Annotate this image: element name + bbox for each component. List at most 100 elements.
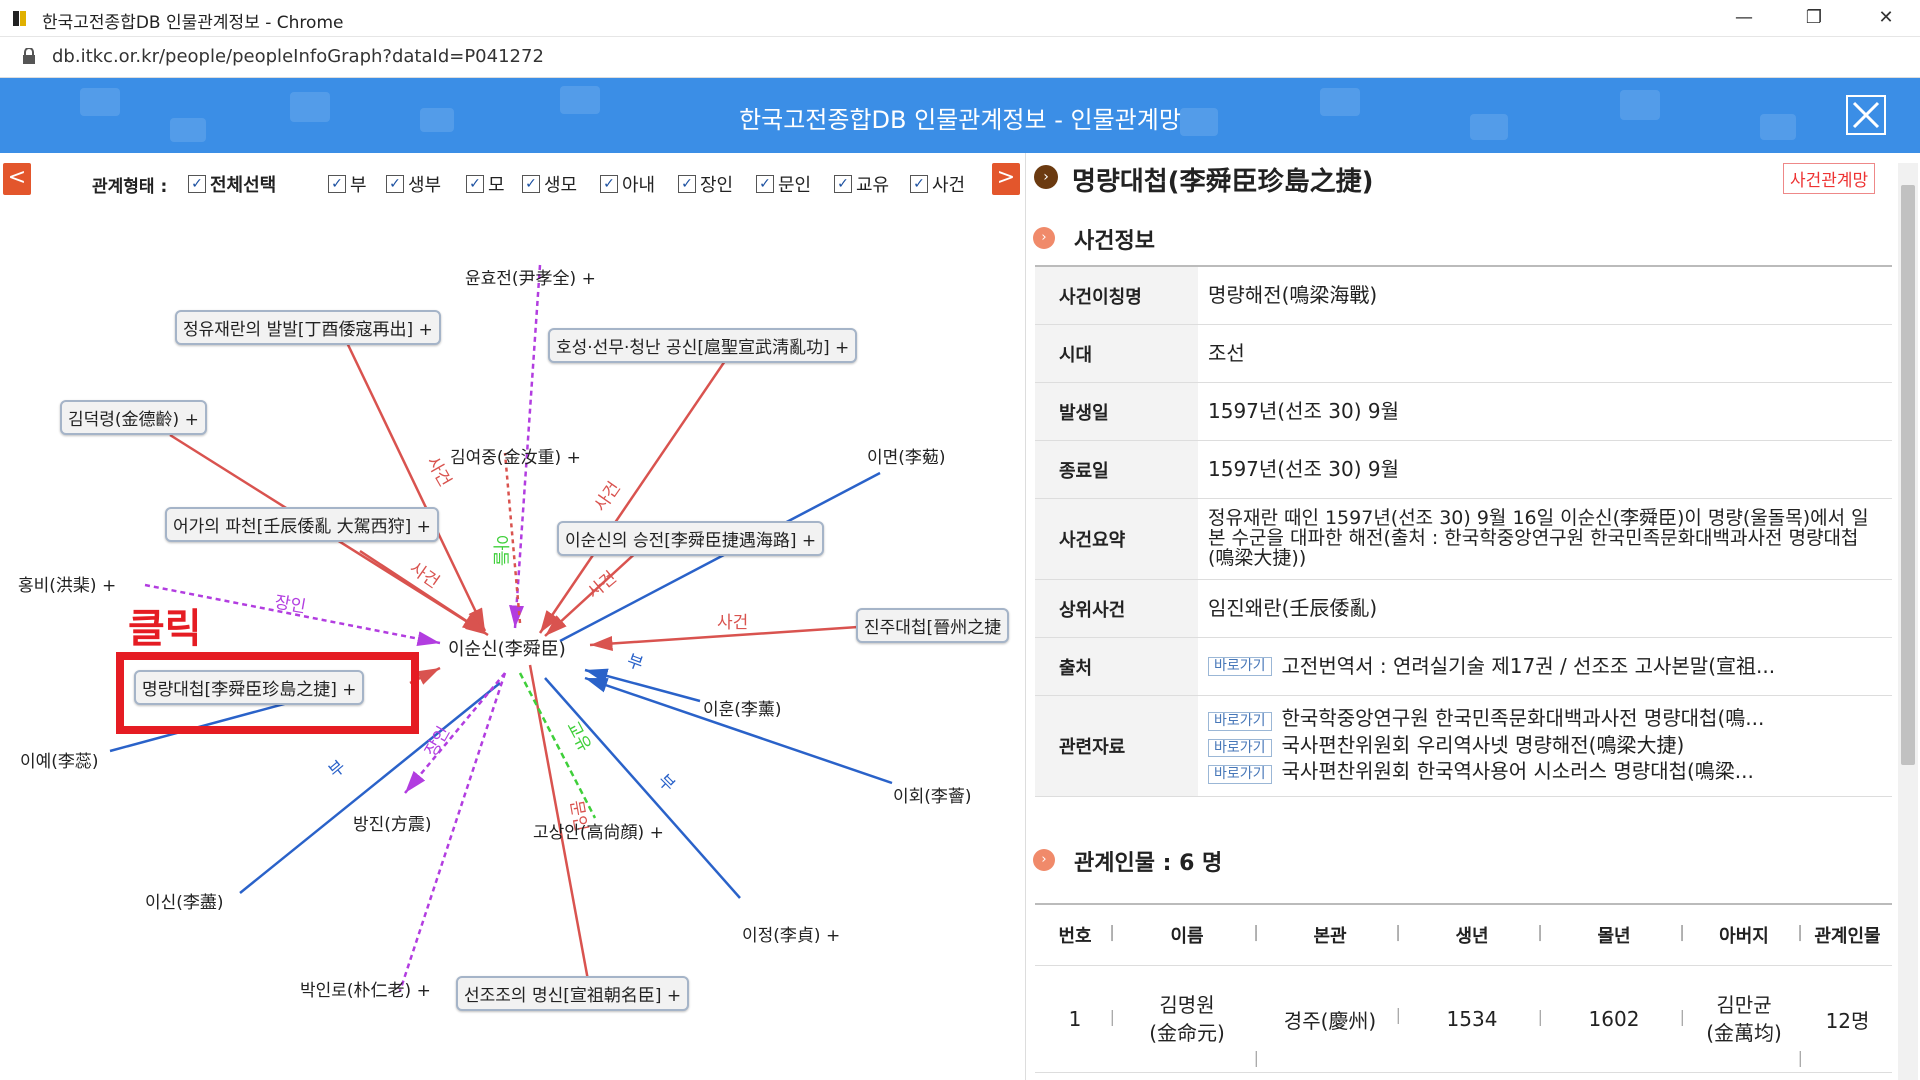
node-yunhyojeon[interactable]: 윤효전(尹孝全) + (465, 264, 596, 289)
edge-label-sageon: 사건 (717, 613, 749, 633)
window-close-button[interactable]: ✕ (1862, 4, 1910, 32)
lock-icon (23, 48, 35, 64)
table-row: 상위사건 임진왜란(壬辰倭亂) (1035, 580, 1892, 638)
event-network-button[interactable]: 사건관계망 (1783, 163, 1876, 194)
column-header: 생년 (1401, 922, 1543, 948)
cell-bongwan: 경주(慶州) (1259, 1005, 1401, 1034)
section-icon: › (1033, 227, 1055, 249)
table-row: 사건이칭명 명량해전(鳴梁海戰) (1035, 267, 1892, 325)
node-center-isunsin[interactable]: 이순신(李舜臣) (448, 635, 566, 661)
event-info-heading: 사건정보 (1074, 229, 1155, 254)
table-row: 종료일 1597년(선조 30) 9월 (1035, 441, 1892, 499)
person-name-hanja: (金命元) (1149, 1021, 1225, 1045)
people-table-header: 번호 이름 본관 생년 몰년 아버지 관계인물 (1035, 905, 1892, 966)
node-imyeon[interactable]: 이면(李葂) (867, 443, 946, 468)
chevron-right-icon: › (1034, 165, 1058, 189)
row-value: 임진왜란(壬辰倭亂) (1208, 596, 1378, 620)
edge-label-jangin: 장인 (273, 592, 308, 618)
row-value: 명량해전(鳴梁海戰) (1208, 283, 1378, 307)
row-value: 1597년(선조 30) 9월 (1208, 399, 1399, 423)
banner-title: 한국고전종합DB 인물관계정보 - 인물관계망 (739, 106, 1181, 134)
cell-died: 1602 (1543, 1007, 1685, 1031)
panel-scrollbar[interactable] (1898, 163, 1918, 1080)
restore-button[interactable]: ❐ (1790, 4, 1838, 32)
table-row: 시대 조선 (1035, 325, 1892, 383)
node-seonjo-event[interactable]: 선조조의 명신[宣祖朝名臣] + (456, 976, 690, 1011)
related-text: 국사편찬위원회 우리역사넷 명량해전(鳴梁大捷) (1281, 732, 1685, 757)
related-text: 한국학중앙연구원 한국민족문화대백과사전 명량대첩(鳴... (1281, 705, 1765, 730)
column-header: 본관 (1259, 922, 1401, 948)
click-annotation-label: 클릭 (128, 606, 202, 652)
column-header: 이름 (1115, 922, 1259, 948)
source-text: 고전번역서 : 연려실기술 제17권 / 선조조 고사본말(宣祖... (1281, 656, 1776, 677)
table-row: 발생일 1597년(선조 30) 9월 (1035, 383, 1892, 441)
row-key: 상위사건 (1035, 580, 1198, 637)
related-item: 바로가기 한국학중앙연구원 한국민족문화대백과사전 명량대첩(鳴... (1208, 705, 1765, 731)
father-name-hanja: (金萬均) (1706, 1021, 1782, 1045)
people-table: 번호 이름 본관 생년 몰년 아버지 관계인물 1 김명원 (金命元) 경주(慶州… (1035, 903, 1892, 1073)
favicon-icon (13, 11, 26, 26)
row-value: 1597년(선조 30) 9월 (1208, 457, 1399, 481)
node-bangjin[interactable]: 방진(方震) (353, 810, 432, 835)
window-title: 한국고전종합DB 인물관계정보 - Chrome (42, 13, 344, 33)
edge-label-son: 아들 (490, 534, 511, 567)
browser-title-bar: 한국고전종합DB 인물관계정보 - Chrome — ❐ ✕ (0, 0, 1920, 37)
node-parkinro[interactable]: 박인로(朴仁老) + (300, 976, 431, 1001)
node-gosangan[interactable]: 고상안(高尙顔) + (533, 818, 664, 843)
column-header: 몰년 (1543, 922, 1685, 948)
row-key: 사건이칭명 (1035, 267, 1198, 324)
relation-graph-panel: < > 관계형태 : ✓ 전체선택 ✓ 부 ✓ 생부 ✓ 모 ✓ 생모 ✓ 아내 ✓ 장인 ✓… (0, 153, 1024, 1080)
url-text[interactable]: db.itkc.or.kr/people/peopleInfoGraph?dat… (52, 46, 544, 67)
node-ihoe[interactable]: 이회(李薈) (893, 782, 972, 807)
close-popup-button[interactable] (1846, 95, 1886, 135)
node-hoseong-event[interactable]: 호성·선무·청난 공신[扈聖宣武淸亂功] + (548, 328, 858, 363)
close-icon (1852, 101, 1880, 129)
page-header-banner: 한국고전종합DB 인물관계정보 - 인물관계망 (0, 78, 1920, 153)
node-ijeong[interactable]: 이정(李貞) + (742, 921, 840, 946)
node-ihun[interactable]: 이훈(李薰) (703, 695, 782, 720)
cell-father: 김만균 (金萬均) (1685, 991, 1803, 1069)
detail-panel: › 명량대첩(李舜臣珍島之捷) 사건관계망 › 사건정보 사건이칭명 명량해전(鳴… (1025, 153, 1920, 1080)
row-key: 시대 (1035, 325, 1198, 382)
minimize-button[interactable]: — (1720, 4, 1768, 32)
node-gimdeokryeong[interactable]: 김덕령(金德齡) + (60, 400, 207, 435)
row-value: 정유재란 때인 1597년(선조 30) 9월 16일 이순신(李舜臣)이 명량… (1208, 507, 1869, 569)
event-info-table: 사건이칭명 명량해전(鳴梁海戰) 시대 조선 발생일 1597년(선조 30) 9월 … (1035, 265, 1892, 797)
column-header: 관계인물 (1814, 926, 1881, 947)
edge-hoseong (538, 357, 729, 634)
event-title: 명량대첩(李舜臣珍島之捷) (1072, 167, 1374, 197)
goto-button[interactable]: 바로가기 (1208, 738, 1272, 758)
row-key: 관련자료 (1035, 696, 1198, 796)
node-hongbi[interactable]: 홍비(洪棐) + (18, 571, 116, 596)
table-row[interactable]: 1 김명원 (金命元) 경주(慶州) 1534 1602 김만균 (金萬均) 12명 (1035, 966, 1892, 1073)
node-jeongyu-event[interactable]: 정유재란의 발발[丁酉倭寇再出] + (175, 310, 441, 345)
column-header: 아버지 (1685, 922, 1803, 948)
node-isunsin-victory-event[interactable]: 이순신의 승전[李舜臣捷遇海路] + (557, 521, 825, 556)
row-key: 사건요약 (1035, 499, 1198, 579)
node-gimyeojung[interactable]: 김여중(金汝重) + (450, 443, 581, 468)
node-isin[interactable]: 이신(李藎) (145, 888, 224, 913)
edge-ihoe (584, 676, 893, 785)
section-icon: › (1033, 849, 1055, 871)
node-jinju-event[interactable]: 진주대첩[晉州之捷 (856, 608, 1010, 643)
goto-button[interactable]: 바로가기 (1208, 711, 1272, 731)
related-item: 바로가기 국사편찬위원회 우리역사넷 명량해전(鳴梁大捷) (1208, 732, 1685, 758)
table-row: 관련자료 바로가기 한국학중앙연구원 한국민족문화대백과사전 명량대첩(鳴... … (1035, 696, 1892, 797)
column-header: 번호 (1035, 922, 1115, 948)
table-row: 사건요약 정유재란 때인 1597년(선조 30) 9월 16일 이순신(李舜臣)… (1035, 499, 1892, 580)
cell-number: 1 (1035, 1007, 1115, 1031)
node-eoga-event[interactable]: 어가의 파천[壬辰倭亂 大駕西狩] + (165, 507, 439, 542)
cell-related-count[interactable]: 12명 (1803, 1005, 1892, 1034)
scrollbar-thumb[interactable] (1901, 185, 1915, 765)
node-iye[interactable]: 이예(李蕊) (20, 747, 99, 772)
person-name: 김명원 (1159, 993, 1215, 1017)
goto-button[interactable]: 바로가기 (1208, 657, 1272, 676)
click-highlight-box (116, 652, 419, 734)
related-people-heading: 관계인물 : 6 명 (1074, 851, 1223, 876)
cell-name[interactable]: 김명원 (金命元) (1115, 991, 1259, 1069)
address-bar[interactable]: db.itkc.or.kr/people/peopleInfoGraph?dat… (0, 37, 1920, 78)
related-item: 바로가기 국사편찬위원회 한국역사용어 시소러스 명량대첩(鳴梁... (1208, 761, 1754, 785)
table-row: 출처 바로가기 고전번역서 : 연려실기술 제17권 / 선조조 고사본말(宣祖.… (1035, 638, 1892, 696)
goto-button[interactable]: 바로가기 (1208, 765, 1272, 785)
row-value: 조선 (1208, 341, 1245, 365)
